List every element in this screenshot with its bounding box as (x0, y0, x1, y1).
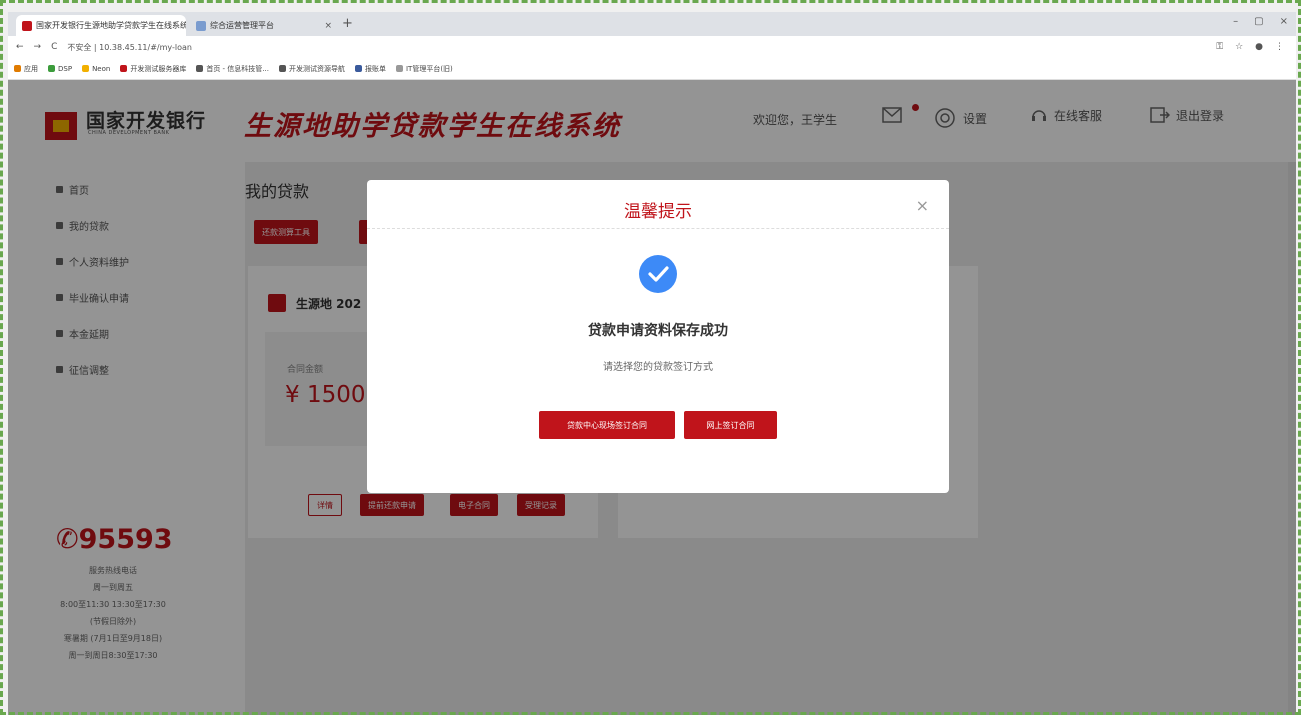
bookmark-item[interactable]: IT管理平台(旧) (395, 64, 453, 74)
bookmark-item[interactable]: DSP (48, 65, 72, 73)
bookmarks-bar: 应用 DSP Neon 开发测试服务器库 首页 - 信息科技管... 开发测试资… (8, 58, 1296, 80)
browser-tab-inactive[interactable]: 综合运营管理平台 × (190, 15, 338, 36)
reload-icon[interactable]: C (51, 42, 57, 52)
sign-method-prompt: 请选择您的贷款签订方式 (603, 362, 713, 373)
star-icon[interactable]: ☆ (1235, 42, 1243, 52)
forward-icon[interactable]: → (34, 42, 42, 52)
menu-icon[interactable]: ⋮ (1275, 42, 1284, 52)
dialog-title: 温馨提示 (624, 202, 692, 222)
offline-sign-button[interactable]: 贷款中心现场签订合同 (539, 411, 675, 439)
bookmark-item[interactable]: Neon (82, 65, 110, 73)
back-icon[interactable]: ← (16, 42, 24, 52)
tab-title: 国家开发银行生源地助学贷款学生在线系统 (36, 21, 186, 30)
url-field[interactable]: 不安全 | 10.38.45.11/#/my-loan (67, 42, 192, 53)
close-icon[interactable]: × (916, 196, 929, 215)
close-tab-icon[interactable]: × (324, 21, 332, 31)
bookmark-item[interactable]: 应用 (14, 64, 38, 74)
minimize-icon[interactable]: – (1233, 16, 1238, 27)
success-check-icon (639, 255, 677, 293)
window-controls: – ▢ × (1233, 16, 1288, 27)
notice-dialog: 温馨提示 × 贷款申请资料保存成功 请选择您的贷款签订方式 贷款中心现场签订合同… (367, 180, 949, 493)
browser-tabstrip: 国家开发银行生源地助学贷款学生在线系统 × 综合运营管理平台 × + – ▢ × (8, 12, 1296, 36)
bookmark-item[interactable]: 首页 - 信息科技管... (196, 64, 269, 74)
profile-icon[interactable]: ● (1255, 42, 1263, 52)
success-message: 贷款申请资料保存成功 (588, 323, 728, 339)
address-bar: ← → C 不安全 | 10.38.45.11/#/my-loan ⚿ ☆ ● … (8, 36, 1296, 58)
key-icon[interactable]: ⚿ (1216, 42, 1223, 52)
restore-icon[interactable]: ▢ (1254, 16, 1263, 27)
divider (367, 228, 949, 229)
new-tab-icon[interactable]: + (342, 16, 353, 31)
browser-tab-active[interactable]: 国家开发银行生源地助学贷款学生在线系统 × (16, 15, 186, 36)
bank-favicon-icon (22, 20, 32, 31)
close-window-icon[interactable]: × (1280, 16, 1288, 27)
platform-favicon-icon (196, 20, 206, 31)
tab-title: 综合运营管理平台 (210, 21, 274, 30)
bookmark-item[interactable]: 报账单 (354, 64, 386, 74)
online-sign-button[interactable]: 网上签订合同 (684, 411, 777, 439)
bookmark-item[interactable]: 开发测试资源导航 (278, 64, 345, 74)
bookmark-item[interactable]: 开发测试服务器库 (120, 64, 186, 74)
